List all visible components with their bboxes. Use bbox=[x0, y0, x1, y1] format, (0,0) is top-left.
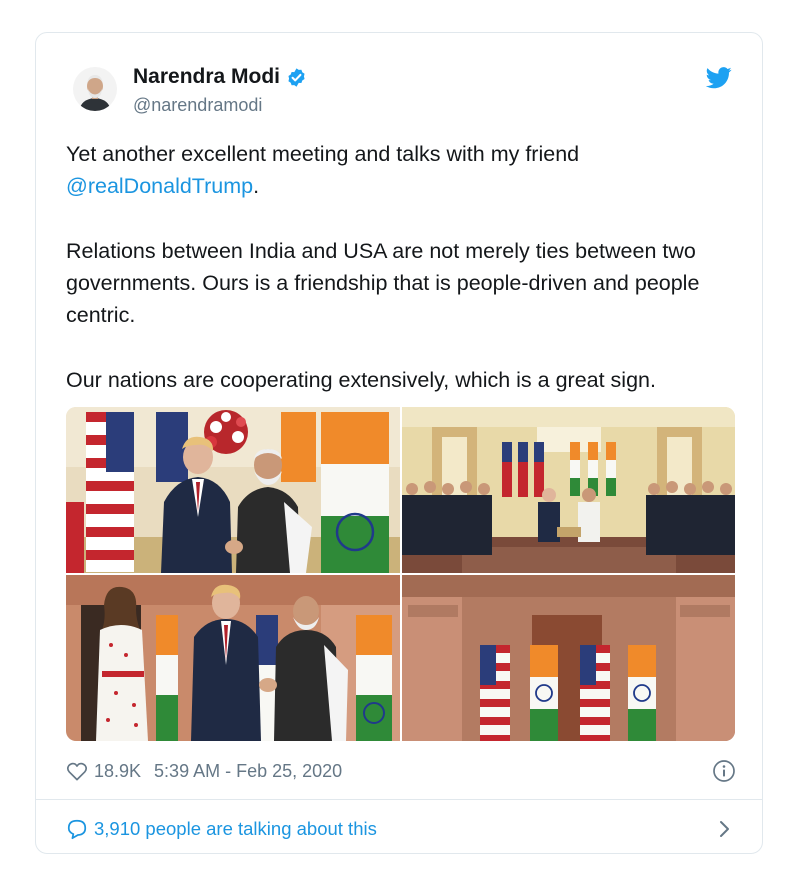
photo-leaders-with-guest[interactable] bbox=[66, 575, 400, 741]
twitter-bird-icon[interactable] bbox=[706, 67, 732, 89]
like-count[interactable]: 18.9K bbox=[94, 761, 141, 782]
photo-delegation-meeting[interactable] bbox=[402, 407, 735, 573]
avatar[interactable] bbox=[73, 67, 117, 111]
divider bbox=[36, 799, 762, 800]
tweet-paragraph-2: Relations between India and USA are not … bbox=[66, 239, 700, 327]
author-name-text[interactable]: Narendra Modi bbox=[133, 65, 280, 89]
author-name[interactable]: Narendra Modi bbox=[133, 65, 307, 89]
photo-flags-pillars[interactable] bbox=[402, 575, 735, 741]
chevron-right-icon[interactable] bbox=[718, 819, 732, 839]
photo-handshake-flags[interactable] bbox=[66, 407, 400, 573]
photo-grid bbox=[66, 407, 735, 741]
tweet-text: Yet another excellent meeting and talks … bbox=[66, 138, 736, 429]
tweet-card: Narendra Modi @narendramodi Yet another … bbox=[35, 32, 763, 854]
tweet-paragraph-3: Our nations are cooperating extensively,… bbox=[66, 368, 656, 392]
conversation-count-text[interactable]: 3,910 people are talking about this bbox=[94, 818, 377, 840]
tweet-meta: 18.9K 5:39 AM - Feb 25, 2020 bbox=[66, 759, 736, 783]
mention-link[interactable]: @realDonaldTrump bbox=[66, 174, 253, 198]
conversation-link[interactable]: 3,910 people are talking about this bbox=[66, 816, 736, 842]
timestamp[interactable]: 5:39 AM - Feb 25, 2020 bbox=[154, 761, 342, 782]
info-icon[interactable] bbox=[712, 759, 736, 783]
speech-bubble-icon bbox=[67, 819, 87, 840]
tweet-paragraph-1: Yet another excellent meeting and talks … bbox=[66, 138, 736, 202]
tweet-text-segment: Yet another excellent meeting and talks … bbox=[66, 142, 580, 166]
heart-icon[interactable] bbox=[66, 761, 88, 781]
author-handle[interactable]: @narendramodi bbox=[133, 95, 262, 116]
tweet-text-segment: . bbox=[253, 174, 260, 198]
verified-badge-icon bbox=[288, 67, 305, 87]
